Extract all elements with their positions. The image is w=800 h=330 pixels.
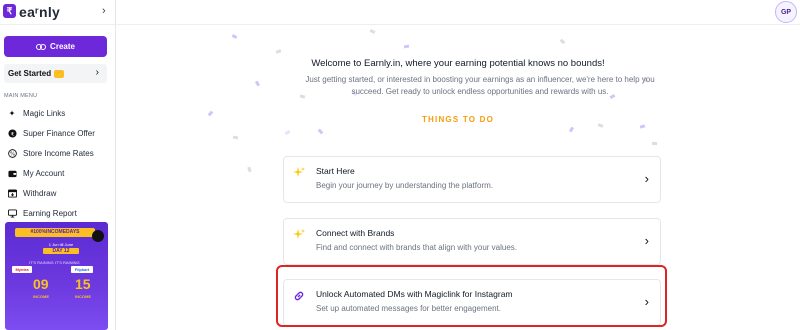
promo-brand-flipkart: Flipkart — [71, 266, 93, 273]
card-connect-with-brands[interactable]: Connect with Brands Find and connect wit… — [283, 218, 661, 265]
things-to-do-heading: THINGS TO DO — [421, 115, 495, 124]
promo-sub: IT'S RAINING IT'S RAINING — [29, 260, 80, 265]
card-start-here[interactable]: Start Here Begin your journey by underst… — [283, 156, 661, 203]
app-root: ₹ eaʳnly › Create Get Started 👋 › MAIN M… — [0, 0, 800, 330]
welcome-title: Welcome to Earnly.in, where your earning… — [311, 58, 605, 69]
sidebar-item-magic-links[interactable]: ✦ Magic Links — [4, 103, 114, 123]
chevron-right-icon: › — [95, 67, 99, 78]
sidebar-item-label: Store Income Rates — [23, 148, 94, 158]
card-title: Start Here — [316, 166, 355, 176]
rupee-circle-icon: ₹ — [7, 128, 17, 138]
report-icon — [7, 208, 17, 218]
wallet-icon — [7, 168, 17, 178]
promo-tag: #100%INCOMEDAYS — [15, 228, 95, 237]
svg-text:₹: ₹ — [10, 131, 14, 137]
menu-heading: MAIN MENU — [4, 93, 38, 99]
promo-brand-myntra: Myntra — [12, 266, 32, 273]
promo-value-2: 15 — [75, 276, 91, 292]
main-menu: ✦ Magic Links ₹ Super Finance Offer % St… — [4, 103, 114, 223]
sidebar-item-my-account[interactable]: My Account — [4, 163, 114, 183]
percent-icon: % — [7, 148, 17, 158]
sidebar-item-label: Magic Links — [23, 108, 66, 118]
logo-row: ₹ eaʳnly › — [0, 0, 116, 25]
promo-day: DAY 12 — [43, 248, 79, 254]
collapse-sidebar-icon[interactable]: › — [102, 5, 106, 17]
get-started-label: Get Started — [8, 69, 52, 78]
link-icon — [36, 43, 47, 50]
sidebar-item-label: Earning Report — [23, 208, 77, 218]
promo-date: 1 Jun till June DAY 12 — [43, 242, 79, 256]
sidebar-item-label: Super Finance Offer — [23, 128, 95, 138]
sparkle-icon — [293, 167, 305, 179]
sidebar-item-earning-report[interactable]: Earning Report — [4, 203, 114, 223]
promo-close-dot — [92, 230, 104, 242]
get-started-badge: 👋 — [54, 69, 65, 78]
sidebar-item-withdraw[interactable]: Withdraw — [4, 183, 114, 203]
card-title: Connect with Brands — [316, 228, 395, 238]
withdraw-icon — [7, 188, 17, 198]
avatar[interactable]: GP — [775, 1, 797, 23]
promo-label-1: INCOME — [33, 294, 49, 299]
highlight-box — [276, 265, 667, 327]
create-button[interactable]: Create — [4, 36, 107, 57]
promo-value-1: 09 — [33, 276, 49, 292]
sidebar-item-store-income-rates[interactable]: % Store Income Rates — [4, 143, 114, 163]
sidebar: ₹ eaʳnly › Create Get Started 👋 › MAIN M… — [0, 0, 116, 330]
svg-text:%: % — [9, 151, 14, 157]
promo-label-2: INCOME — [75, 294, 91, 299]
get-started-item[interactable]: Get Started 👋 › — [4, 64, 107, 83]
chevron-right-icon: › — [644, 233, 649, 248]
sidebar-item-super-finance-offer[interactable]: ₹ Super Finance Offer — [4, 123, 114, 143]
sidebar-item-label: Withdraw — [23, 188, 57, 198]
top-bar: GP — [116, 0, 800, 25]
card-description: Begin your journey by understanding the … — [316, 181, 493, 190]
logo-icon: ₹ — [3, 4, 16, 18]
create-button-label: Create — [50, 42, 75, 51]
sidebar-item-label: My Account — [23, 168, 65, 178]
sparkles-icon: ✦ — [8, 108, 16, 118]
welcome-subtitle: Just getting started, or interested in b… — [305, 75, 655, 96]
chevron-right-icon: › — [644, 171, 649, 186]
promo-date-range: 1 Jun till June — [48, 242, 74, 247]
card-description: Find and connect with brands that align … — [316, 243, 518, 252]
logo-text: eaʳnly — [19, 4, 61, 20]
sparkle-icon — [293, 229, 305, 241]
promo-banner[interactable]: #100%INCOMEDAYS 1 Jun till June DAY 12 I… — [5, 222, 108, 330]
